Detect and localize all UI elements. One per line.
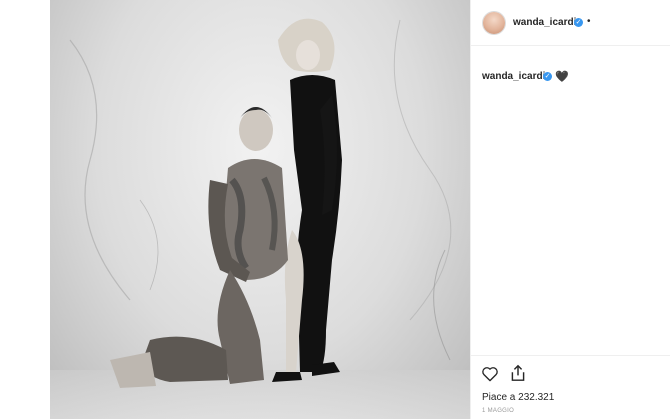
post-date: 1 MAGGIO: [482, 408, 515, 414]
post-caption: wanda_icardi ✓ 🖤: [482, 70, 662, 86]
verified-badge-icon: ✓: [574, 18, 583, 27]
post-header: wanda_icardi ✓ •: [471, 0, 670, 46]
caption-username[interactable]: wanda_icardi: [482, 71, 545, 82]
avatar[interactable]: [483, 12, 505, 34]
likes-count[interactable]: Piace a 232.321: [482, 392, 554, 403]
photo-illustration: [50, 18, 470, 419]
verified-badge-icon: ✓: [543, 72, 552, 81]
follow-separator: •: [587, 16, 591, 27]
header-username[interactable]: wanda_icardi: [513, 17, 576, 28]
heart-outline-icon[interactable]: [481, 365, 499, 387]
post-side-panel: wanda_icardi ✓ • wanda_icardi ✓ 🖤 Piace …: [470, 0, 670, 419]
share-icon[interactable]: [510, 364, 526, 387]
post-actions: Piace a 232.321 1 MAGGIO: [471, 355, 670, 419]
caption-text: 🖤: [555, 71, 569, 83]
post-photo[interactable]: [50, 0, 470, 419]
